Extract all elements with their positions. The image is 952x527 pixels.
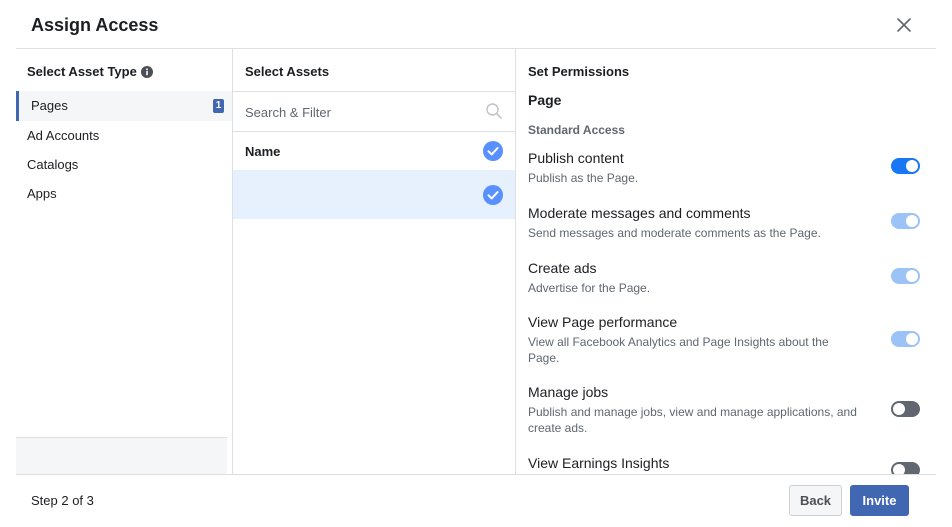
permission-create-ads: Create ads Advertise for the Page. [528, 259, 928, 313]
search-row [233, 91, 515, 132]
asset-type-label: Apps [27, 186, 57, 201]
step-indicator: Step 2 of 3 [31, 493, 94, 508]
invite-button[interactable]: Invite [850, 485, 909, 516]
select-all-checkbox[interactable] [483, 141, 503, 161]
asset-type-list: Pages 1 Ad Accounts Catalogs Apps [16, 91, 232, 208]
permissions-section-title: Page [528, 92, 562, 108]
asset-type-header: Select Asset Type [27, 64, 153, 79]
search-input[interactable] [245, 102, 475, 122]
asset-type-label: Catalogs [27, 157, 79, 172]
permission-moderate-messages: Moderate messages and comments Send mess… [528, 204, 928, 259]
permission-title: Publish content [528, 150, 624, 166]
dialog-title: Assign Access [31, 15, 159, 35]
search-icon[interactable] [485, 102, 503, 120]
permission-title: Moderate messages and comments [528, 205, 751, 221]
permission-view-earnings-insights: View Earnings Insights [528, 454, 928, 474]
publish-content-toggle[interactable] [891, 158, 920, 174]
permission-title: View Earnings Insights [528, 455, 670, 471]
toggle-knob [906, 215, 918, 227]
toggle-knob [893, 403, 905, 415]
close-icon[interactable] [893, 14, 915, 36]
assets-column: Select Assets Name [232, 49, 515, 474]
asset-type-item-ad-accounts[interactable]: Ad Accounts [16, 121, 232, 150]
back-button[interactable]: Back [789, 485, 842, 516]
create-ads-toggle[interactable] [891, 268, 920, 284]
dialog-header: Assign Access [0, 0, 952, 50]
view-earnings-insights-toggle[interactable] [891, 462, 920, 474]
info-icon[interactable] [140, 65, 153, 78]
asset-type-label: Pages [31, 98, 68, 113]
asset-type-item-pages[interactable]: Pages 1 [16, 91, 232, 121]
name-column-header: Name [245, 144, 281, 159]
permission-description: Publish and manage jobs, view and manage… [528, 405, 857, 435]
permission-manage-jobs: Manage jobs Publish and manage jobs, vie… [528, 383, 928, 454]
view-page-performance-toggle[interactable] [891, 331, 920, 347]
toggle-knob [906, 270, 918, 282]
permission-view-page-performance: View Page performance View all Facebook … [528, 313, 928, 383]
asset-row[interactable] [233, 170, 515, 219]
asset-type-footer [16, 437, 227, 474]
permission-title: View Page performance [528, 314, 678, 330]
permission-title: Manage jobs [528, 384, 609, 400]
count-badge: 1 [213, 99, 224, 113]
permissions-header: Set Permissions [528, 64, 630, 79]
assets-header: Select Assets [245, 64, 330, 79]
permission-publish-content: Publish content Publish as the Page. [528, 149, 928, 204]
toggle-knob [906, 333, 918, 345]
footer-divider [16, 474, 936, 475]
permission-description: Publish as the Page. [528, 171, 639, 185]
moderate-messages-toggle[interactable] [891, 213, 920, 229]
toggle-knob [893, 464, 905, 474]
permission-description: Send messages and moderate comments as t… [528, 226, 821, 240]
permission-title: Create ads [528, 260, 597, 276]
permissions-subsection-title: Standard Access [528, 123, 625, 137]
asset-type-item-catalogs[interactable]: Catalogs [16, 150, 232, 179]
assign-access-dialog: Assign Access Select Asset Type Pages 1 … [0, 0, 952, 527]
name-header-row: Name [233, 132, 515, 170]
asset-type-column: Select Asset Type Pages 1 Ad Accounts Ca… [16, 49, 232, 474]
asset-type-label: Ad Accounts [27, 128, 100, 143]
permissions-column: Set Permissions Page Standard Access Pub… [515, 49, 936, 474]
permissions-list: Page Standard Access Publish content Pub… [528, 91, 928, 474]
manage-jobs-toggle[interactable] [891, 401, 920, 417]
permission-description: Advertise for the Page. [528, 281, 651, 295]
asset-type-item-apps[interactable]: Apps [16, 179, 232, 208]
permission-description: View all Facebook Analytics and Page Ins… [528, 335, 829, 365]
asset-type-header-label: Select Asset Type [27, 64, 137, 79]
asset-row-checkbox[interactable] [483, 185, 503, 205]
toggle-knob [906, 160, 918, 172]
